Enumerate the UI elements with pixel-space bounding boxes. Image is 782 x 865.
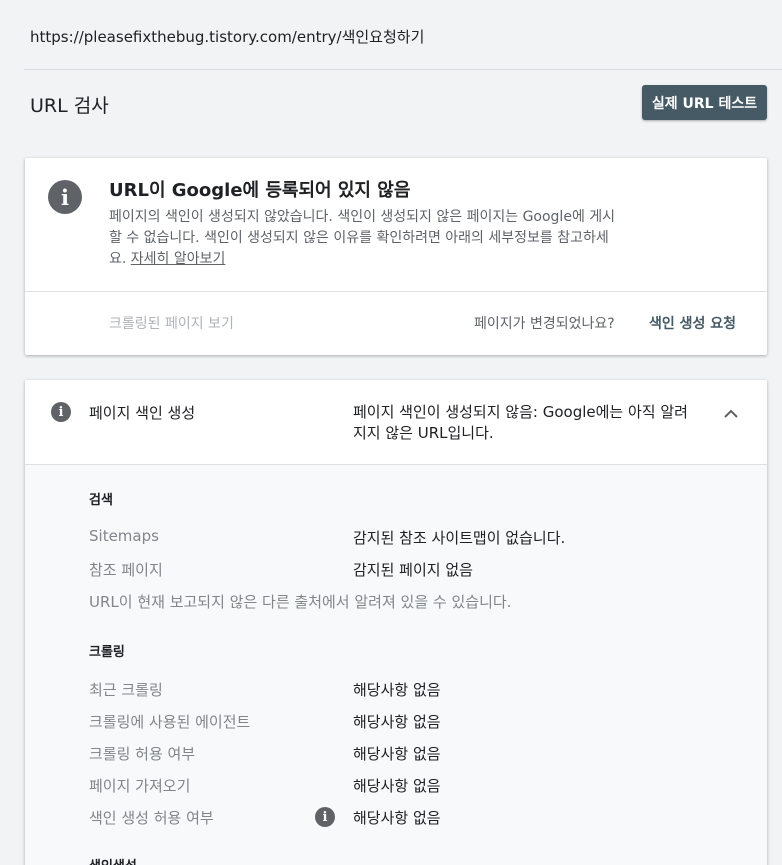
row-value: 감지된 참조 사이트맵이 없습니다.	[353, 529, 566, 547]
discovery-note: URL이 현재 보고되지 않은 다른 출처에서 알려져 있을 수 있습니다.	[89, 593, 512, 611]
coverage-value: 페이지 색인이 생성되지 않음: Google에는 아직 알려 지지 않은 UR…	[353, 402, 708, 444]
info-icon: i	[48, 180, 82, 214]
row-value: 해당사항 없음	[353, 713, 441, 731]
row-label: 색인 생성 허용 여부	[89, 809, 214, 827]
chevron-up-icon[interactable]	[720, 402, 742, 424]
coverage-value-line: 지지 않은 URL입니다.	[353, 424, 494, 442]
row-value: 해당사항 없음	[353, 745, 441, 763]
desc-line: 페이지의 색인이 생성되지 않았습니다. 색인이 생성되지 않은 페이지는 Go…	[109, 209, 616, 225]
coverage-value-line: 페이지 색인이 생성되지 않음: Google에는 아직 알려	[353, 403, 688, 421]
row-value: 해당사항 없음	[353, 809, 441, 827]
coverage-card: i 페이지 색인 생성 페이지 색인이 생성되지 않음: Google에는 아직…	[25, 380, 767, 865]
row-label: 최근 크롤링	[89, 681, 163, 699]
desc-line: 할 수 없습니다. 색인이 생성되지 않은 이유를 확인하려면 아래의 세부정보…	[109, 230, 609, 246]
info-icon[interactable]: i	[315, 807, 335, 827]
divider	[24, 69, 782, 70]
row-value: 해당사항 없음	[353, 777, 441, 795]
learn-more-link[interactable]: 자세히 알아보기	[131, 251, 226, 267]
live-test-button[interactable]: 실제 URL 테스트	[642, 85, 767, 120]
divider	[25, 291, 767, 292]
coverage-details: 검색 Sitemaps 감지된 참조 사이트맵이 없습니다. 참조 페이지 감지…	[25, 465, 767, 865]
row-value: 해당사항 없음	[353, 681, 441, 699]
section-title-crawl: 크롤링	[89, 645, 125, 660]
row-label: 크롤링에 사용된 에이전트	[89, 713, 251, 731]
status-description: 페이지의 색인이 생성되지 않았습니다. 색인이 생성되지 않은 페이지는 Go…	[109, 207, 684, 270]
row-label: 크롤링 허용 여부	[89, 745, 196, 763]
request-indexing-button[interactable]: 색인 생성 요청	[649, 313, 736, 333]
page-changed-question: 페이지가 변경되었나요?	[474, 316, 615, 332]
coverage-label: 페이지 색인 생성	[89, 404, 196, 422]
view-crawled-page-link[interactable]: 크롤링된 페이지 보기	[109, 313, 234, 333]
page-title: URL 검사	[30, 95, 109, 117]
info-icon: i	[51, 402, 71, 422]
row-label: 페이지 가져오기	[89, 777, 191, 795]
section-title-indexing: 색인생성	[89, 855, 137, 865]
section-title-discovery: 검색	[89, 493, 113, 508]
inspected-url: https://pleasefixthebug.tistory.com/entr…	[30, 28, 425, 46]
status-title: URL이 Google에 등록되어 있지 않음	[109, 180, 411, 201]
row-value: 감지된 페이지 없음	[353, 561, 473, 579]
status-card: i URL이 Google에 등록되어 있지 않음 페이지의 색인이 생성되지 …	[25, 158, 767, 355]
desc-text: 요.	[109, 251, 127, 267]
row-label: Sitemaps	[89, 527, 159, 545]
desc-line: 요. 자세히 알아보기	[109, 249, 684, 270]
row-label: 참조 페이지	[89, 561, 163, 579]
